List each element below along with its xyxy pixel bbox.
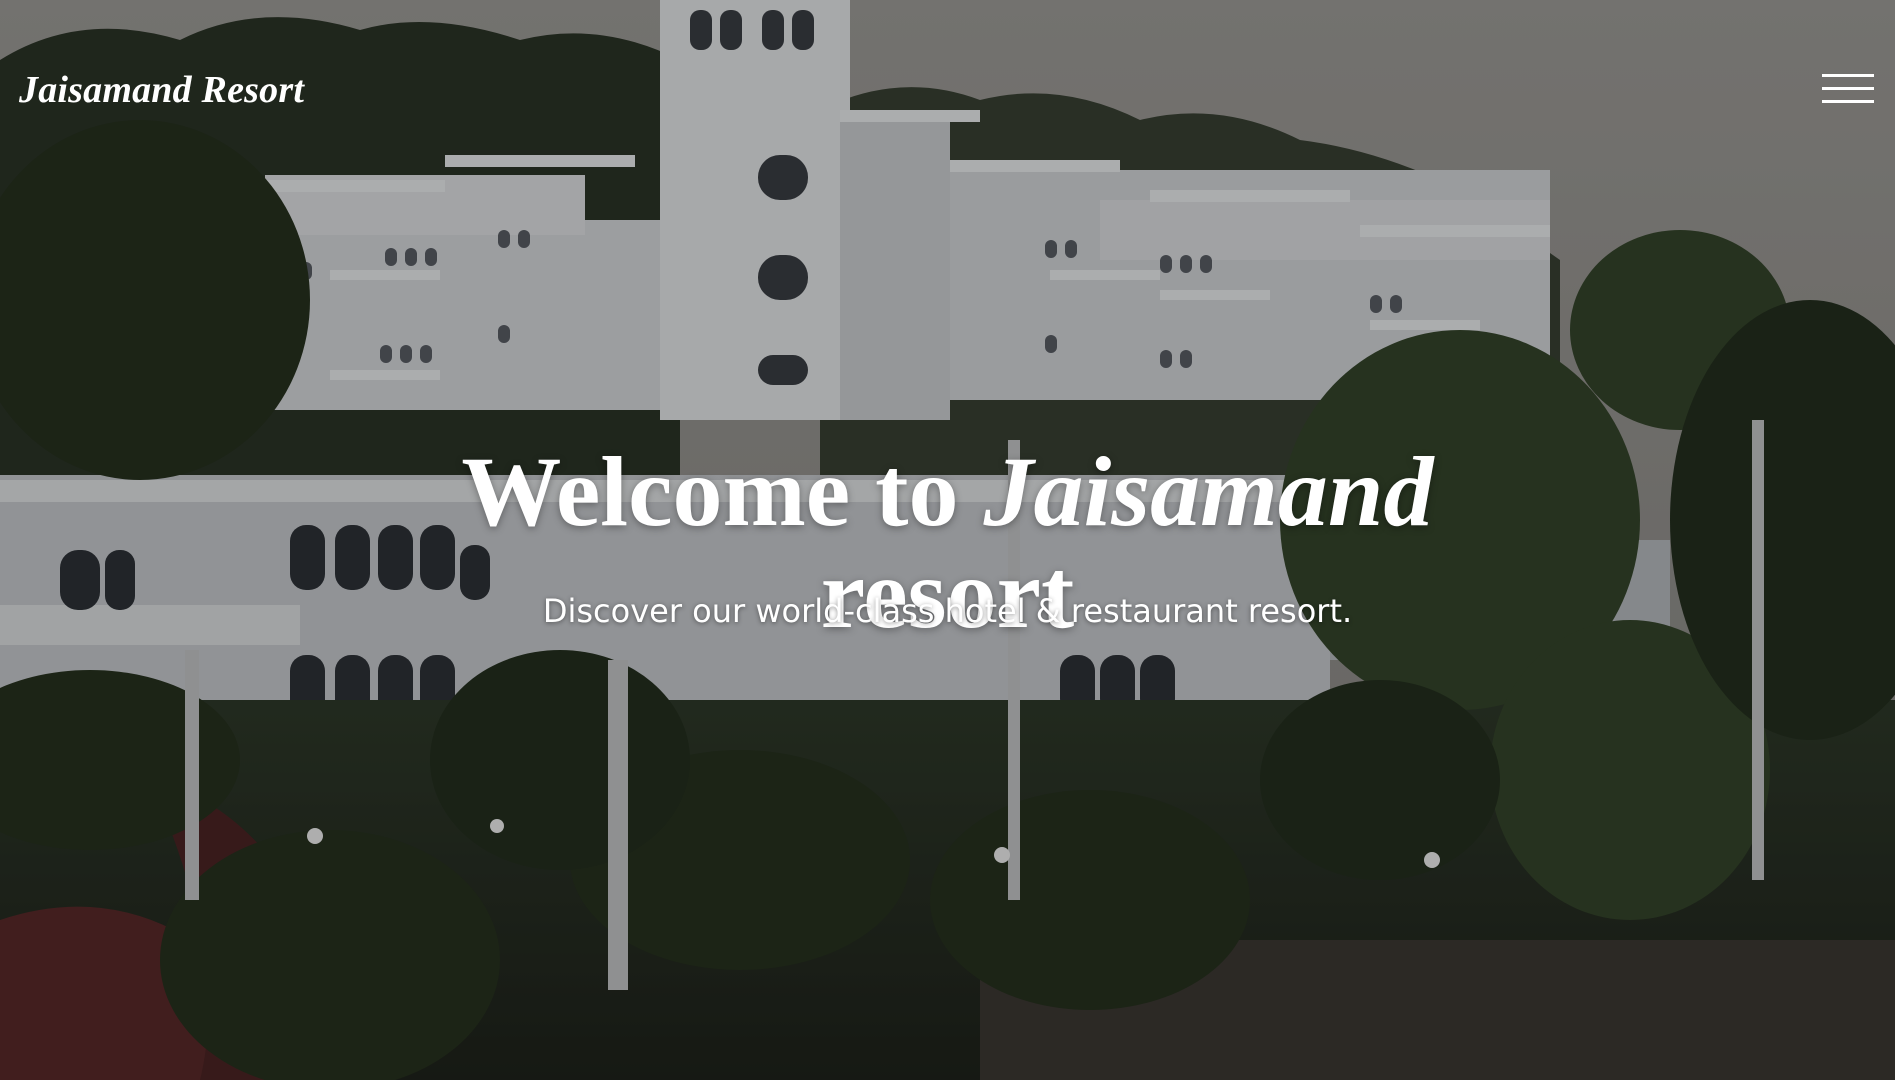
menu-bar-bottom bbox=[1822, 100, 1874, 103]
hero-title-emphasis: Jaisamand bbox=[983, 436, 1434, 547]
brand-logo-link[interactable]: Jaisamand Resort bbox=[19, 68, 304, 112]
hero-subtitle: Discover our world-class hotel & restaur… bbox=[542, 592, 1353, 630]
menu-bar-top bbox=[1822, 74, 1874, 77]
hero-section: Jaisamand Resort Welcome to Jaisamand res… bbox=[0, 0, 1895, 1080]
hamburger-menu-icon[interactable] bbox=[1822, 72, 1874, 106]
hero-title-prefix: Welcome to bbox=[461, 436, 984, 547]
menu-bar-middle bbox=[1822, 87, 1874, 90]
